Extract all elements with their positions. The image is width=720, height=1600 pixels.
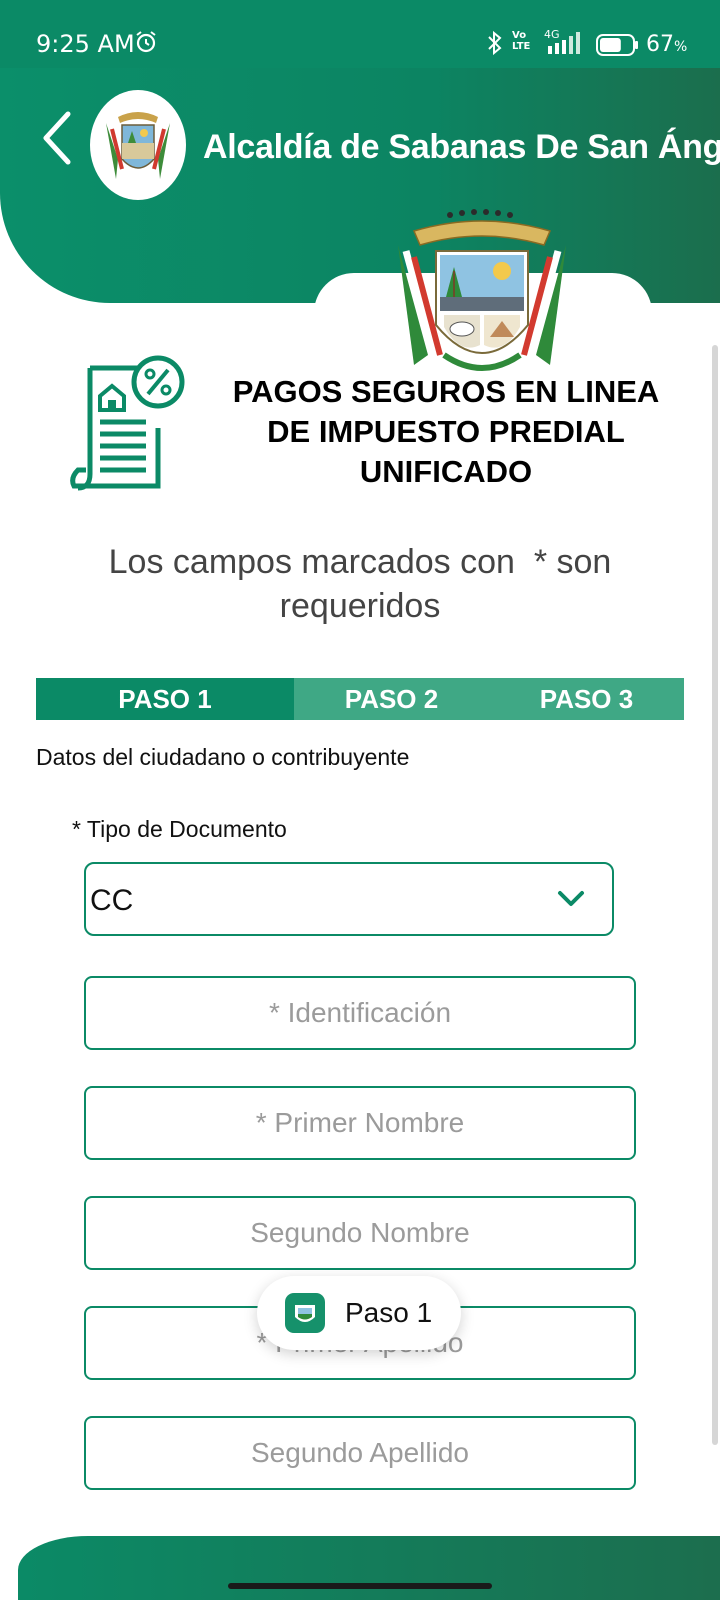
- chevron-left-icon[interactable]: [36, 108, 80, 168]
- toast-notification: Paso 1: [257, 1276, 461, 1350]
- document-type-label: * Tipo de Documento: [72, 816, 287, 842]
- second-name-input[interactable]: Segundo Nombre: [84, 1196, 636, 1270]
- page-title: PAGOS SEGUROS EN LINEA DE IMPUESTO PREDI…: [232, 374, 660, 489]
- app-header: Alcaldía de Sabanas De San Ángel: [0, 68, 720, 303]
- battery-percent: 67%: [646, 32, 688, 57]
- document-type-value: CC: [90, 884, 134, 917]
- alarm-icon: [136, 31, 156, 53]
- second-surname-input[interactable]: Segundo Apellido: [84, 1416, 636, 1490]
- volte-indicator: Vo LTE: [512, 30, 531, 52]
- required-fields-note: Los campos marcados con * son requeridos: [108, 543, 612, 625]
- section-label: Datos del ciudadano o contribuyente: [36, 744, 410, 770]
- app-icon: [285, 1293, 325, 1333]
- chevron-down-icon: [558, 891, 584, 906]
- toast-text: Paso 1: [345, 1297, 433, 1328]
- crest-icon: [106, 112, 170, 179]
- document-type-select[interactable]: CC: [84, 862, 614, 936]
- coat-of-arms-image: [398, 209, 566, 371]
- status-bar: 9:25 AM Vo LTE 4G 67%: [0, 0, 720, 68]
- step-indicator: PASO 1 PASO 2 PASO 3: [36, 678, 684, 720]
- app-title: Alcaldía de Sabanas De San Ángel: [203, 128, 720, 166]
- step-1-tab[interactable]: PASO 1: [36, 678, 294, 720]
- scrollbar[interactable]: [712, 345, 718, 1445]
- step-2-tab[interactable]: PASO 2: [294, 678, 489, 720]
- municipality-logo: [90, 90, 186, 200]
- bluetooth-icon: [488, 30, 502, 56]
- tax-receipt-icon: [70, 355, 185, 491]
- home-indicator[interactable]: [228, 1583, 492, 1589]
- first-name-input[interactable]: * Primer Nombre: [84, 1086, 636, 1160]
- footer-bar: [18, 1536, 720, 1600]
- signal-icon: [548, 32, 580, 54]
- status-time: 9:25 AM: [36, 30, 135, 58]
- battery-icon: [596, 34, 638, 56]
- identification-input[interactable]: * Identificación: [84, 976, 636, 1050]
- step-3-tab[interactable]: PASO 3: [489, 678, 684, 720]
